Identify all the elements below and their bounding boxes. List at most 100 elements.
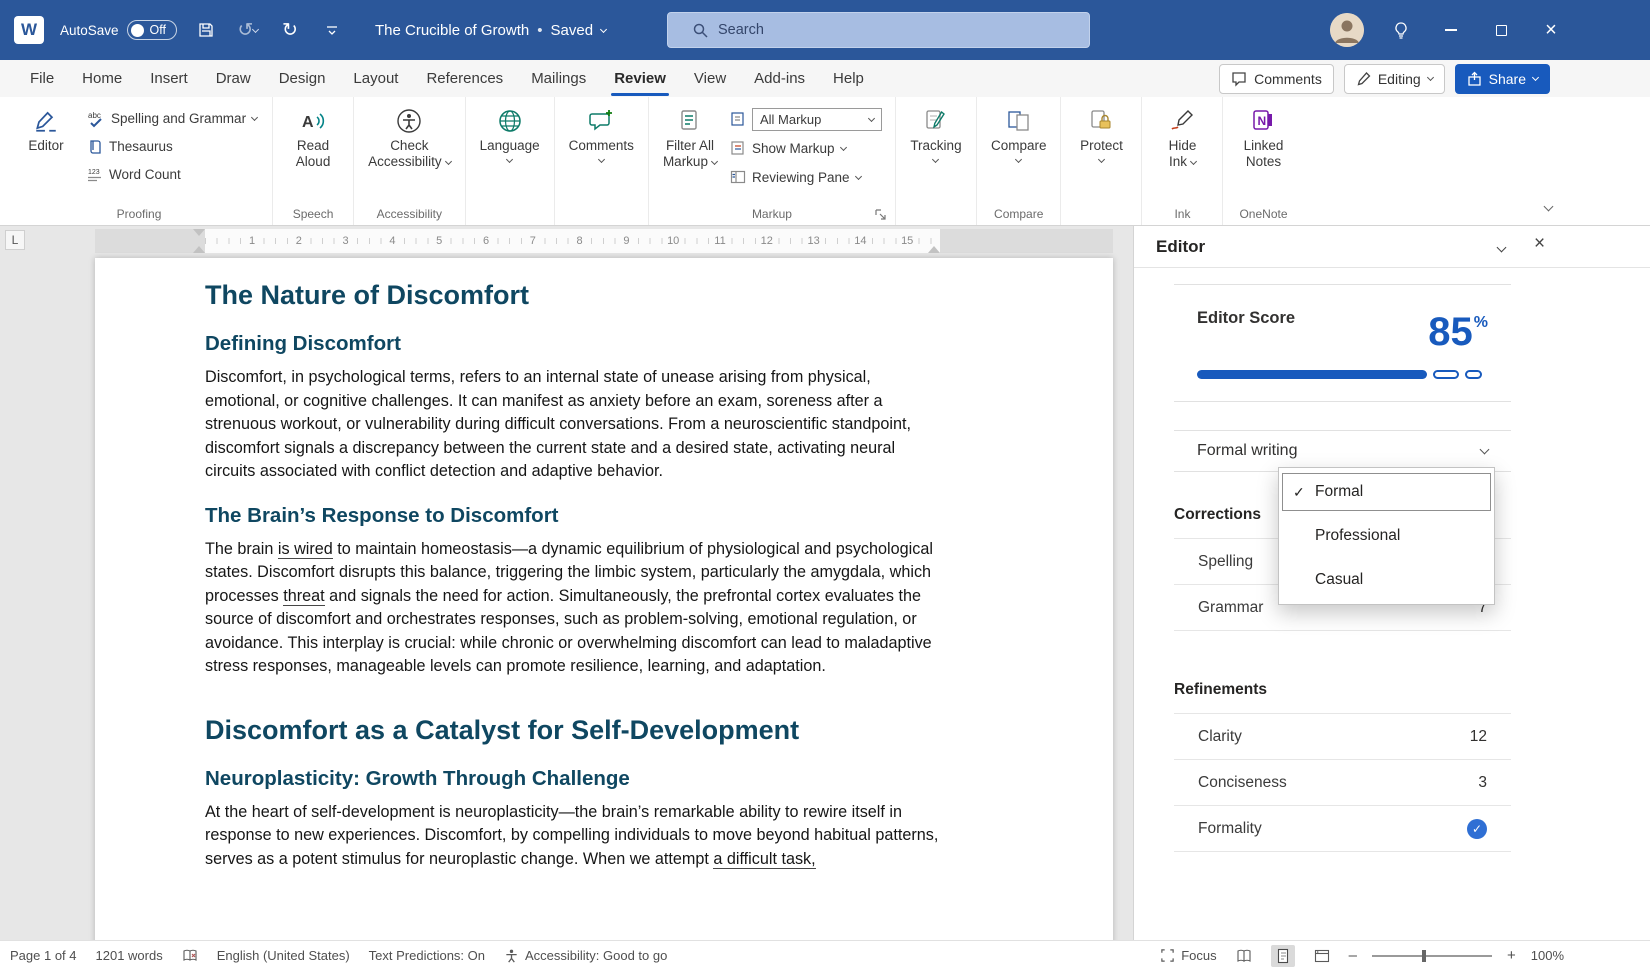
tab-stop-selector[interactable]: L: [5, 230, 25, 250]
language-indicator[interactable]: English (United States): [217, 948, 350, 963]
doc-h2: Defining Discomfort: [205, 330, 940, 357]
style-option-professional[interactable]: Professional: [1279, 514, 1494, 558]
zoom-in-button[interactable]: +: [1507, 947, 1516, 964]
tab-references[interactable]: References: [412, 61, 517, 96]
filter-markup-button[interactable]: Filter All Markup: [656, 99, 724, 172]
document-title[interactable]: The Crucible of Growth • Saved: [375, 22, 606, 39]
tab-help[interactable]: Help: [819, 61, 878, 96]
tab-design[interactable]: Design: [265, 61, 340, 96]
text-predictions-indicator[interactable]: Text Predictions: On: [369, 948, 485, 963]
autosave-toggle[interactable]: AutoSave Off: [60, 20, 177, 40]
tell-me-more-button[interactable]: [1388, 17, 1414, 43]
tab-file[interactable]: File: [16, 61, 68, 96]
pane-close-button[interactable]: ×: [1534, 234, 1545, 253]
tab-stop-icon: L: [12, 233, 19, 247]
reviewing-pane-button[interactable]: Reviewing Pane: [726, 164, 886, 190]
protect-button[interactable]: Protect: [1068, 99, 1134, 164]
doc-p: At the heart of self-development is neur…: [205, 801, 940, 872]
zoom-slider[interactable]: [1372, 955, 1492, 957]
web-layout-button[interactable]: [1310, 945, 1334, 967]
read-aloud-label-2: Aloud: [296, 154, 331, 170]
read-aloud-button[interactable]: A Read Aloud: [280, 99, 346, 172]
writing-style-menu: ✓FormalProfessionalCasual: [1278, 467, 1495, 605]
ruler-number: 2: [293, 234, 305, 248]
customize-toolbar-icon: [325, 23, 339, 37]
minimize-button[interactable]: [1438, 17, 1464, 43]
ruler-number: 13: [804, 234, 822, 248]
doc-h2: Neuroplasticity: Growth Through Challeng…: [205, 765, 940, 792]
tab-layout[interactable]: Layout: [339, 61, 412, 96]
all-markup-chevron-icon: [868, 114, 875, 121]
workspace: L 123456789101112131415 The Nature of Di…: [0, 226, 1650, 940]
markup-dialog-launcher[interactable]: [874, 208, 886, 220]
print-layout-button[interactable]: [1271, 945, 1295, 967]
editing-mode-button[interactable]: Editing: [1344, 64, 1445, 94]
word-logo[interactable]: W: [14, 16, 44, 44]
style-option-casual[interactable]: Casual: [1279, 558, 1494, 602]
comments-button[interactable]: Comments: [1219, 64, 1334, 94]
zoom-out-button[interactable]: –: [1349, 947, 1357, 964]
compare-button[interactable]: Compare: [984, 99, 1054, 164]
close-button[interactable]: ×: [1538, 17, 1564, 43]
all-markup-combo[interactable]: All Markup: [752, 108, 882, 131]
display-for-review-select[interactable]: All Markup: [726, 106, 886, 132]
editor-button-label: Editor: [28, 138, 63, 154]
account-avatar[interactable]: [1330, 13, 1364, 47]
style-option-formal[interactable]: ✓Formal: [1279, 470, 1494, 514]
language-button[interactable]: Language: [473, 99, 547, 164]
pane-options-button[interactable]: [1498, 238, 1505, 256]
hide-ink-button[interactable]: Hide Ink: [1149, 99, 1215, 172]
check-circle-icon: ✓: [1467, 819, 1487, 839]
zoom-slider-thumb[interactable]: [1422, 950, 1426, 962]
search-input[interactable]: Search: [667, 12, 1090, 48]
hanging-indent-marker[interactable]: [193, 246, 205, 253]
save-button[interactable]: [193, 17, 219, 43]
undo-button[interactable]: ↺: [235, 17, 261, 43]
word-count-indicator[interactable]: 1201 words: [96, 948, 163, 963]
document-page[interactable]: The Nature of DiscomfortDefining Discomf…: [95, 258, 1113, 940]
restore-button[interactable]: [1488, 17, 1514, 43]
first-line-indent-marker[interactable]: [193, 229, 205, 236]
focus-button[interactable]: Focus: [1160, 948, 1216, 963]
check-accessibility-button[interactable]: Check Accessibility: [361, 99, 458, 172]
pane-row-conciseness[interactable]: Conciseness3: [1174, 760, 1511, 806]
read-mode-button[interactable]: [1232, 945, 1256, 967]
pane-row-formality[interactable]: Formality✓: [1174, 806, 1511, 852]
show-markup-button[interactable]: Show Markup: [726, 135, 886, 161]
hide-ink-label-1: Hide: [1169, 138, 1197, 154]
tab-review[interactable]: Review: [600, 61, 680, 96]
tab-view[interactable]: View: [680, 61, 740, 96]
writing-style-dropdown[interactable]: Formal writing: [1174, 430, 1511, 472]
page-indicator[interactable]: Page 1 of 4: [10, 948, 77, 963]
proofing-errors-button[interactable]: [182, 948, 198, 964]
tab-home[interactable]: Home: [68, 61, 136, 96]
document-text[interactable]: The Nature of DiscomfortDefining Discomf…: [205, 278, 940, 871]
collapse-ribbon-button[interactable]: [1545, 197, 1552, 215]
editor-button[interactable]: Editor: [13, 99, 79, 156]
linked-notes-button[interactable]: N Linked Notes: [1230, 99, 1296, 172]
thesaurus-button[interactable]: Thesaurus: [81, 134, 263, 159]
right-indent-marker[interactable]: [928, 246, 940, 253]
tab-add-ins[interactable]: Add-ins: [740, 61, 819, 96]
customize-toolbar-button[interactable]: [319, 17, 345, 43]
horizontal-ruler[interactable]: 123456789101112131415: [95, 229, 1113, 253]
accessibility-status[interactable]: Accessibility: Good to go: [504, 948, 667, 964]
pen-icon: [1356, 71, 1371, 86]
tab-insert[interactable]: Insert: [136, 61, 202, 96]
group-label-ink: Ink: [1149, 207, 1215, 225]
tracking-button[interactable]: Tracking: [903, 99, 969, 164]
zoom-level[interactable]: 100%: [1531, 948, 1564, 963]
share-button[interactable]: Share: [1455, 64, 1550, 94]
autosave-pill[interactable]: Off: [127, 20, 177, 40]
word-count-button[interactable]: 123 Word Count: [81, 162, 263, 187]
read-aloud-icon: A: [299, 104, 327, 138]
redo-button[interactable]: ↻: [277, 17, 303, 43]
show-markup-label: Show Markup: [752, 141, 835, 156]
ruler-number: 11: [711, 234, 728, 248]
tab-mailings[interactable]: Mailings: [517, 61, 600, 96]
tab-draw[interactable]: Draw: [202, 61, 265, 96]
new-comment-button[interactable]: Comments: [562, 99, 641, 164]
pane-row-clarity[interactable]: Clarity12: [1174, 714, 1511, 760]
spelling-grammar-button[interactable]: abc Spelling and Grammar: [81, 106, 263, 131]
check-accessibility-icon: [396, 104, 422, 138]
